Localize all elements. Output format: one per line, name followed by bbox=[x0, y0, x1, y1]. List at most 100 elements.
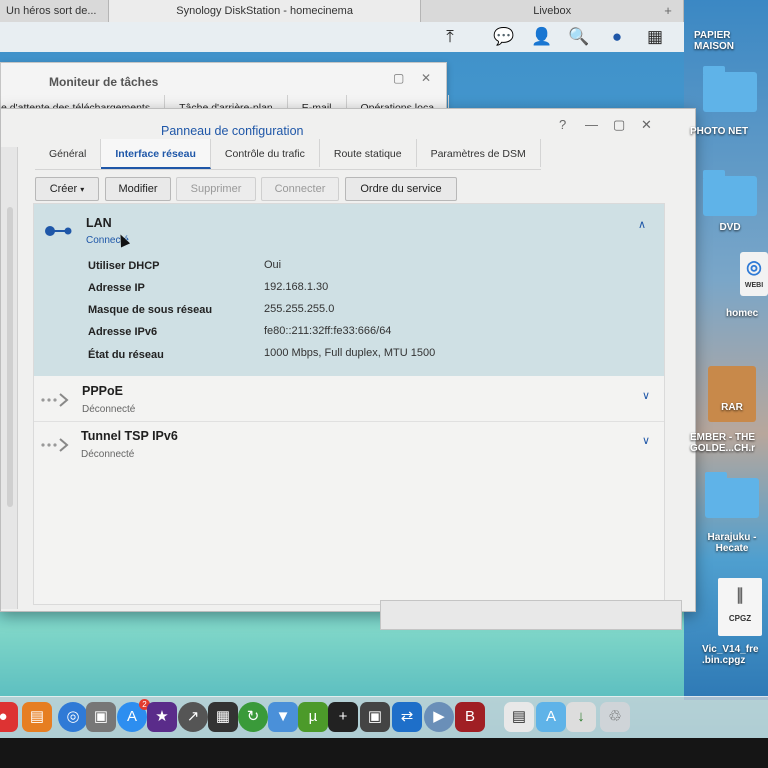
create-button[interactable]: Créer ▾ bbox=[35, 177, 99, 201]
upload-icon[interactable]: ⤒ bbox=[438, 25, 462, 49]
user-icon[interactable]: 👤 bbox=[530, 25, 554, 49]
desktop-icon-label: homec bbox=[726, 308, 759, 319]
screen-icon[interactable]: ▣ bbox=[360, 702, 390, 732]
document-icon[interactable]: ▤ bbox=[504, 702, 534, 732]
downloads-icon[interactable]: ▼ bbox=[268, 702, 298, 732]
zip-icon: ∥ bbox=[736, 587, 744, 604]
photo-booth-icon[interactable]: ▦ bbox=[208, 702, 238, 732]
interface-status: Déconnecté bbox=[82, 404, 136, 415]
browser-tab-bar: Un héros sort de... Synology DiskStation… bbox=[0, 0, 684, 23]
expand-icon[interactable]: ∨ bbox=[642, 434, 650, 447]
desktop-icon-vic-cpgz[interactable]: Vic_V14_fre .bin.cpgz bbox=[702, 644, 768, 666]
detail-value: 1000 Mbps, Full duplex, MTU 1500 bbox=[264, 347, 436, 359]
downloads-stack-icon[interactable]: ↓ bbox=[566, 702, 596, 732]
detail-value: Oui bbox=[264, 259, 282, 271]
close-icon[interactable]: ✕ bbox=[641, 117, 652, 133]
create-label: Créer bbox=[49, 183, 78, 195]
desktop-icon-label: EMBER - THE GOLDE...CH.r bbox=[690, 432, 756, 454]
desktop-folder[interactable] bbox=[692, 66, 768, 112]
teamviewer-icon[interactable]: ⇄ bbox=[392, 702, 422, 732]
desktop-icon-ember[interactable]: EMBER - THE GOLDE...CH.r bbox=[690, 432, 768, 454]
close-icon[interactable]: ✕ bbox=[421, 71, 431, 85]
desktop-icon-homecinema[interactable]: homec bbox=[726, 308, 768, 319]
safari-icon[interactable]: ◎ bbox=[58, 702, 88, 732]
folder-icon bbox=[703, 66, 757, 112]
widgets-icon[interactable]: ▦ bbox=[643, 25, 667, 49]
desktop-icon-label: PAPIER MAISON bbox=[694, 30, 734, 52]
detail-label: État du réseau bbox=[88, 349, 164, 361]
new-tab-icon[interactable]: + bbox=[658, 0, 678, 22]
desktop-icon-label: WEBI bbox=[744, 282, 764, 289]
desktop-icon-photo-net[interactable]: PHOTO NET bbox=[690, 126, 768, 137]
download-app-icon[interactable]: ↻ bbox=[238, 702, 268, 732]
desktop-icon-label: PHOTO NET bbox=[690, 126, 749, 137]
tab-static-route[interactable]: Route statique bbox=[320, 139, 417, 167]
screen-bezel bbox=[0, 738, 768, 768]
desktop-icon-webloc[interactable]: ◎ WEBI bbox=[740, 252, 768, 296]
browser-tab[interactable]: Livebox bbox=[421, 0, 684, 22]
tab-dsm-settings[interactable]: Paramètres de DSM bbox=[417, 139, 541, 167]
interface-name: PPPoE bbox=[82, 384, 123, 398]
interface-row-lan[interactable]: LAN Connecté ∧ Utiliser DHCP Oui Adresse… bbox=[34, 204, 664, 376]
config-tabs: Général Interface réseau Contrôle du tra… bbox=[35, 139, 541, 170]
desktop-icon-cpgz[interactable]: ∥ CPGZ bbox=[718, 578, 762, 636]
interface-row-pppoe[interactable]: PPPoE Déconnecté ∨ bbox=[34, 377, 664, 422]
sidebar bbox=[1, 147, 18, 609]
disconnected-icon bbox=[41, 438, 69, 452]
desktop-folder-dvd[interactable]: DVD bbox=[692, 170, 768, 233]
sidebar-scrollbar[interactable] bbox=[7, 207, 13, 507]
utorrent-icon[interactable]: µ bbox=[298, 702, 328, 732]
config-panel-window: Panneau de configuration ? — ▢ ✕ Général… bbox=[0, 108, 696, 612]
dock: ● ▤ ◎ ▣ A 2 ★ ↗ ▦ ↻ ▼ µ + ▣ ⇄ ▶ B ▤ A ↓ … bbox=[0, 696, 768, 739]
desktop-icon-label: CPGZ bbox=[728, 614, 752, 623]
interface-name: LAN bbox=[86, 216, 112, 230]
app-store-icon[interactable]: A 2 bbox=[117, 699, 150, 732]
desktop-icon-label: Vic_V14_fre .bin.cpgz bbox=[702, 644, 759, 666]
help-icon[interactable]: ? bbox=[559, 117, 566, 132]
desktop-icon-label: Harajuku - Hecate bbox=[707, 532, 757, 554]
browser-tab-active[interactable]: Synology DiskStation - homecinema bbox=[108, 0, 422, 22]
detail-value: 255.255.255.0 bbox=[264, 303, 335, 315]
folder-icon bbox=[703, 170, 757, 216]
delete-button[interactable]: Supprimer bbox=[176, 177, 256, 201]
interface-name: Tunnel TSP IPv6 bbox=[81, 429, 178, 443]
launchpad-icon[interactable]: ↗ bbox=[178, 702, 208, 732]
notification-icon[interactable]: ● bbox=[605, 25, 629, 49]
dropdown-icon: ▾ bbox=[80, 185, 85, 194]
imovie-icon[interactable]: ★ bbox=[147, 702, 177, 732]
task-monitor-title: Moniteur de tâches bbox=[49, 75, 159, 89]
desktop-icon-label: DVD bbox=[719, 222, 741, 233]
preview-icon[interactable]: ▣ bbox=[86, 702, 116, 732]
applications-folder-icon[interactable]: A bbox=[536, 702, 566, 732]
config-panel-title: Panneau de configuration bbox=[161, 124, 304, 138]
browser-tab[interactable]: Un héros sort de... bbox=[0, 0, 109, 22]
dock-app-icon[interactable]: ● bbox=[0, 702, 18, 732]
collapse-icon[interactable]: ∧ bbox=[638, 218, 646, 231]
folder-icon bbox=[705, 472, 759, 518]
trash-icon[interactable]: ♲ bbox=[600, 702, 630, 732]
desktop-icon-rar[interactable]: RAR bbox=[708, 366, 756, 422]
expand-icon[interactable]: ∨ bbox=[642, 389, 650, 402]
maximize-icon[interactable]: ▢ bbox=[613, 117, 625, 133]
service-order-button[interactable]: Ordre du service bbox=[345, 177, 457, 201]
plus-app-icon[interactable]: + bbox=[328, 702, 358, 732]
detail-label: Adresse IP bbox=[88, 282, 145, 294]
tab-general[interactable]: Général bbox=[35, 139, 102, 167]
search-icon[interactable]: 🔍 bbox=[567, 25, 591, 49]
b-app-icon[interactable]: B bbox=[455, 702, 485, 732]
connect-button[interactable]: Connecter bbox=[261, 177, 339, 201]
tab-traffic-control[interactable]: Contrôle du trafic bbox=[211, 139, 320, 167]
tab-network-interface[interactable]: Interface réseau bbox=[101, 139, 211, 169]
connected-icon bbox=[45, 226, 72, 236]
desktop-folder-harajuku[interactable]: Harajuku - Hecate bbox=[696, 472, 768, 554]
interface-row-tunnel-tsp[interactable]: Tunnel TSP IPv6 Déconnecté ∨ bbox=[34, 422, 664, 466]
chat-icon[interactable]: 💬 bbox=[492, 25, 516, 49]
ibooks-icon[interactable]: ▤ bbox=[22, 702, 52, 732]
desktop-icon-papier-maison[interactable]: PAPIER MAISON bbox=[688, 30, 768, 52]
detail-label: Adresse IPv6 bbox=[88, 326, 158, 338]
restore-icon[interactable]: ▢ bbox=[393, 71, 404, 85]
desktop-icon-label: RAR bbox=[721, 402, 743, 413]
quicktime-icon[interactable]: ▶ bbox=[424, 702, 454, 732]
modify-button[interactable]: Modifier bbox=[105, 177, 171, 201]
minimize-icon[interactable]: — bbox=[585, 117, 598, 132]
